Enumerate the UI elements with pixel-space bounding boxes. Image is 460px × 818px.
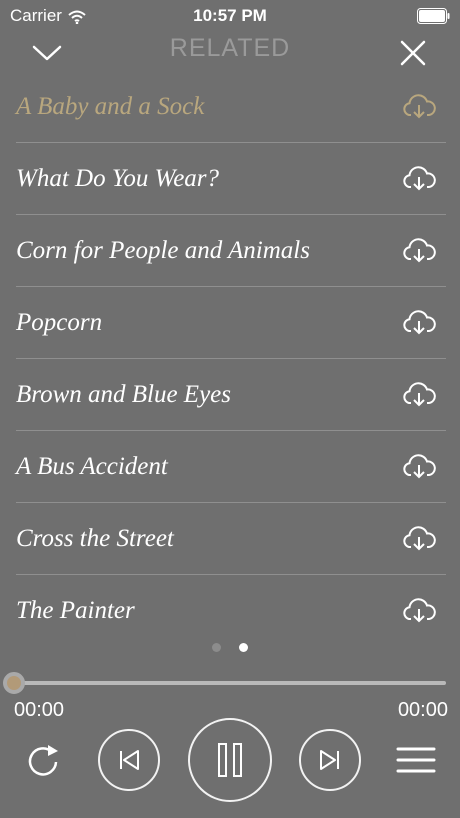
cloud-download-icon[interactable] [402, 165, 436, 193]
close-button[interactable] [396, 36, 430, 70]
page-dot[interactable] [212, 643, 221, 652]
cloud-download-icon[interactable] [402, 237, 436, 265]
page-dot-active[interactable] [239, 643, 248, 652]
battery-icon [417, 8, 450, 24]
list-item[interactable]: A Bus Accident [16, 431, 446, 503]
pause-icon [190, 720, 270, 800]
elapsed-time: 00:00 [14, 699, 65, 721]
track-title: What Do You Wear? [16, 164, 220, 192]
list-item[interactable]: Corn for People and Animals [16, 215, 446, 287]
cloud-download-icon[interactable] [402, 93, 436, 121]
progress-slider[interactable] [3, 672, 446, 694]
list-item[interactable]: A Baby and a Sock [16, 72, 446, 143]
related-track-list: A Baby and a Sock What Do You Wear? Corn… [16, 72, 446, 647]
menu-button[interactable] [396, 744, 436, 776]
track-title: Brown and Blue Eyes [16, 380, 232, 408]
list-item[interactable]: Brown and Blue Eyes [16, 359, 446, 431]
previous-button[interactable] [98, 729, 160, 791]
repeat-icon [22, 740, 64, 782]
cloud-download-icon[interactable] [402, 525, 436, 553]
menu-icon [396, 744, 436, 776]
status-bar: Carrier 10:57 PM [0, 0, 460, 32]
progress-thumb[interactable] [3, 672, 25, 694]
status-time: 10:57 PM [193, 6, 267, 25]
list-item[interactable]: What Do You Wear? [16, 143, 446, 215]
track-title: Cross the Street [16, 524, 174, 552]
page-indicator[interactable] [0, 643, 460, 652]
next-icon [301, 731, 359, 789]
next-button[interactable] [299, 729, 361, 791]
track-title: A Baby and a Sock [16, 93, 205, 120]
pause-button[interactable] [188, 718, 272, 802]
page-title: RELATED [169, 34, 291, 62]
previous-icon [100, 731, 158, 789]
list-item[interactable]: The Painter [16, 575, 446, 647]
track-title: A Bus Accident [16, 452, 168, 480]
cloud-download-icon[interactable] [402, 597, 436, 625]
list-item[interactable]: Popcorn [16, 287, 446, 359]
list-item[interactable]: Cross the Street [16, 503, 446, 575]
track-title: Popcorn [16, 308, 103, 336]
cloud-download-icon[interactable] [402, 381, 436, 409]
cloud-download-icon[interactable] [402, 453, 436, 481]
cloud-download-icon[interactable] [402, 309, 436, 337]
progress-track [14, 681, 446, 685]
total-time: 00:00 [397, 699, 448, 721]
repeat-button[interactable] [22, 740, 64, 782]
track-title: The Painter [16, 597, 135, 624]
track-title: Corn for People and Animals [16, 236, 310, 264]
header: RELATED [0, 32, 460, 72]
